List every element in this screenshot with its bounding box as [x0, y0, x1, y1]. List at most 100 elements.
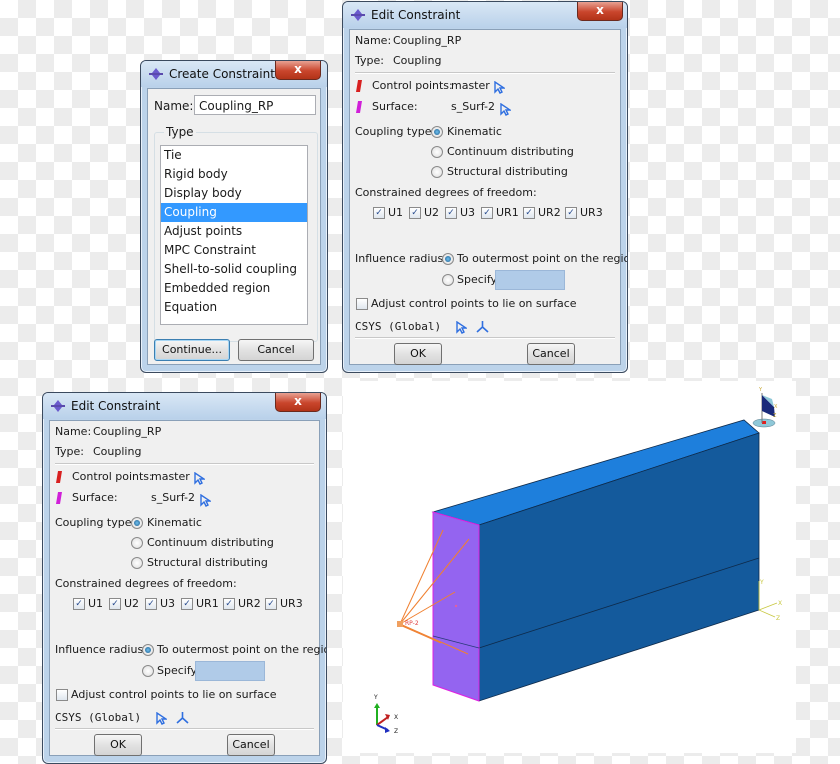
type-item-coupling[interactable]: Coupling [161, 203, 307, 222]
separator [55, 728, 314, 730]
local-csys-icon [758, 581, 778, 618]
checkbox-u2[interactable]: ✓ [409, 207, 421, 219]
checkbox-ur3[interactable]: ✓ [265, 598, 277, 610]
checkbox-u1[interactable]: ✓ [73, 598, 85, 610]
structural-label: Structural distributing [447, 165, 568, 178]
dof-label: Constrained degrees of freedom: [55, 577, 237, 590]
close-button[interactable]: x [275, 61, 321, 80]
specify-input[interactable] [195, 661, 265, 681]
ok-button[interactable]: OK [394, 343, 442, 365]
type-item-rigid-body[interactable]: Rigid body [161, 165, 307, 184]
checkbox-ur1[interactable]: ✓ [181, 598, 193, 610]
compass-x-label: X [774, 404, 778, 410]
control-points-value: master [151, 470, 190, 483]
name-label: Name: [154, 99, 194, 113]
influence-radius-label: Influence radius: [55, 643, 147, 656]
dialog-title: Edit Constraint [371, 8, 461, 22]
u3-label: U3 [460, 206, 476, 219]
type-item-equation[interactable]: Equation [161, 298, 307, 317]
checkbox-u3[interactable]: ✓ [145, 598, 157, 610]
type-item-adjust-points[interactable]: Adjust points [161, 222, 307, 241]
type-list[interactable]: Tie Rigid body Display body Coupling Adj… [160, 145, 308, 325]
edit-constraint-dialog-top: Edit Constraint x Name: Coupling_RP Type… [342, 1, 628, 373]
radio-continuum-distributing[interactable] [431, 146, 443, 158]
continuum-label: Continuum distributing [447, 145, 574, 158]
select-pointer-icon[interactable] [194, 472, 205, 485]
name-label: Name: [355, 34, 392, 47]
influence-radius-label: Influence radius: [355, 252, 447, 265]
checkbox-ur1[interactable]: ✓ [481, 207, 493, 219]
kinematic-label: Kinematic [147, 516, 202, 529]
cancel-button[interactable]: Cancel [527, 343, 575, 365]
radio-outermost-point[interactable] [442, 253, 454, 265]
type-item-embedded-region[interactable]: Embedded region [161, 279, 307, 298]
model-viewport[interactable]: RP-2 Y X Z Y X Z Y X Z [343, 381, 796, 753]
specify-input[interactable] [495, 270, 565, 290]
local-csys-y-label: Y [759, 579, 764, 586]
checkbox-adjust-control-points[interactable] [356, 298, 368, 310]
csys-triad-icon[interactable] [476, 320, 489, 333]
radio-kinematic[interactable] [131, 517, 143, 529]
ur2-label: UR2 [538, 206, 561, 219]
select-pointer-icon[interactable] [494, 81, 505, 94]
kinematic-label: Kinematic [447, 125, 502, 138]
type-item-tie[interactable]: Tie [161, 146, 307, 165]
ur1-label: UR1 [196, 597, 219, 610]
checkbox-ur3[interactable]: ✓ [565, 207, 577, 219]
radio-structural-distributing[interactable] [431, 166, 443, 178]
type-item-display-body[interactable]: Display body [161, 184, 307, 203]
radio-structural-distributing[interactable] [131, 557, 143, 569]
type-item-mpc-constraint[interactable]: MPC Constraint [161, 241, 307, 260]
specify-label: Specify: [457, 273, 500, 286]
checkbox-u2[interactable]: ✓ [109, 598, 121, 610]
select-pointer-icon[interactable] [500, 103, 511, 116]
model-canvas[interactable]: RP-2 Y X Z Y X Z Y X Z [343, 381, 796, 753]
type-item-shell-to-solid[interactable]: Shell-to-solid coupling [161, 260, 307, 279]
surface-value: s_Surf-2 [151, 491, 195, 504]
continue-button[interactable]: Continue... [154, 339, 230, 361]
checkbox-ur2[interactable]: ✓ [223, 598, 235, 610]
type-value: Coupling [393, 54, 442, 67]
radio-specify[interactable] [442, 274, 454, 286]
global-x-label: X [394, 714, 398, 721]
u2-label: U2 [424, 206, 440, 219]
ur3-label: UR3 [280, 597, 303, 610]
name-input[interactable]: Coupling_RP [194, 95, 316, 115]
separator [55, 463, 314, 465]
local-csys-z-label: Z [776, 615, 780, 622]
control-points-value: master [451, 79, 490, 92]
control-points-marker-icon [56, 471, 62, 483]
type-label: Type: [355, 54, 384, 67]
radio-specify[interactable] [142, 665, 154, 677]
coupling-type-label: Coupling type: [355, 125, 436, 138]
u1-label: U1 [88, 597, 104, 610]
create-constraint-dialog: Create Constraint x Name: Coupling_RP Ty… [140, 60, 328, 373]
local-csys-x-label: X [778, 600, 782, 607]
csys-label: CSYS (Global) [355, 320, 442, 333]
view-compass-icon[interactable] [752, 393, 776, 428]
select-pointer-icon[interactable] [456, 321, 467, 334]
checkbox-ur2[interactable]: ✓ [523, 207, 535, 219]
reference-point-marker[interactable] [397, 621, 403, 627]
radio-continuum-distributing[interactable] [131, 537, 143, 549]
checkbox-u3[interactable]: ✓ [445, 207, 457, 219]
name-label: Name: [55, 425, 92, 438]
select-pointer-icon[interactable] [156, 712, 167, 725]
csys-triad-icon[interactable] [176, 711, 189, 724]
control-points-marker-icon [356, 80, 362, 92]
select-pointer-icon[interactable] [200, 494, 211, 507]
radio-kinematic[interactable] [431, 126, 443, 138]
close-button[interactable]: x [275, 393, 321, 412]
cancel-button[interactable]: Cancel [238, 339, 314, 361]
close-button[interactable]: x [577, 2, 623, 21]
adjust-label: Adjust control points to lie on surface [71, 688, 277, 701]
ur3-label: UR3 [580, 206, 603, 219]
ok-button[interactable]: OK [94, 734, 142, 756]
radio-outermost-point[interactable] [142, 644, 154, 656]
structural-label: Structural distributing [147, 556, 268, 569]
checkbox-adjust-control-points[interactable] [56, 689, 68, 701]
checkbox-u1[interactable]: ✓ [373, 207, 385, 219]
adjust-label: Adjust control points to lie on surface [371, 297, 577, 310]
control-points-label: Control points: [372, 79, 453, 92]
cancel-button[interactable]: Cancel [227, 734, 275, 756]
